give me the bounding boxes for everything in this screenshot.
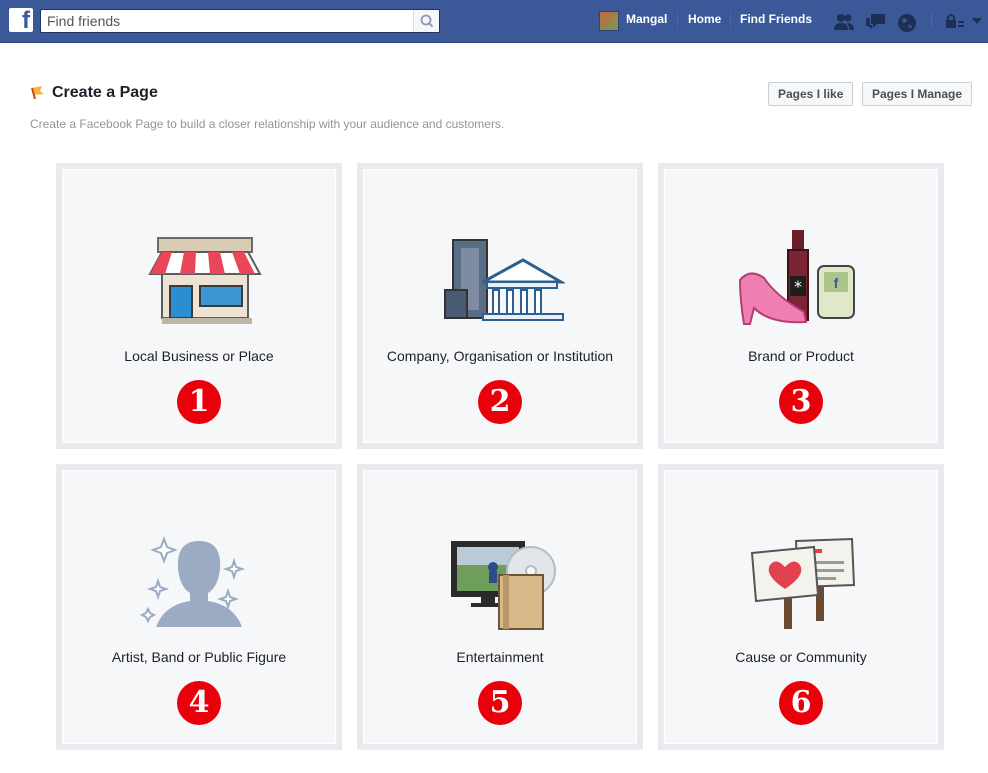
number-badge: 1 (177, 380, 221, 424)
number-badge: 6 (779, 681, 823, 725)
card-inner: Local Business or Place 1 (62, 169, 336, 443)
dropdown-arrow-icon[interactable] (971, 17, 983, 25)
find-friends-link[interactable]: Find Friends (740, 12, 812, 26)
category-card-brand[interactable]: * f Brand or Product 3 (658, 163, 944, 449)
nav-divider (931, 12, 932, 28)
pages-i-like-button[interactable]: Pages I like (768, 82, 854, 106)
friend-requests-icon[interactable] (833, 13, 855, 31)
nav-divider (730, 12, 731, 28)
card-label: Cause or Community (735, 649, 867, 665)
category-card-company[interactable]: Company, Organisation or Institution 2 (357, 163, 643, 449)
notifications-globe-icon[interactable] (897, 13, 917, 33)
storefront-icon (148, 237, 262, 324)
category-card-artist[interactable]: Artist, Band or Public Figure 4 (56, 464, 342, 750)
card-label: Entertainment (456, 649, 544, 665)
page-title: Create a Page (52, 84, 158, 101)
card-inner: Company, Organisation or Institution 2 (363, 169, 637, 443)
number-badge: 3 (779, 380, 823, 424)
profile-link[interactable]: Mangal (626, 12, 667, 26)
category-card-cause[interactable]: Cause or Community 6 (658, 464, 944, 750)
card-inner: * f Brand or Product 3 (664, 169, 938, 443)
number-badge: 4 (177, 681, 221, 725)
nav-divider (677, 12, 678, 28)
card-inner: Cause or Community 6 (664, 470, 938, 744)
pages-i-manage-button[interactable]: Pages I Manage (862, 82, 973, 106)
page-subtitle: Create a Facebook Page to build a closer… (30, 117, 505, 131)
products-icon: * f (738, 230, 855, 325)
card-inner: Artist, Band or Public Figure 4 (62, 470, 336, 744)
flag-icon (31, 86, 44, 100)
signs-icon (750, 537, 856, 629)
search-box (40, 9, 440, 33)
number-badge: 5 (478, 681, 522, 725)
home-link[interactable]: Home (688, 12, 721, 26)
number-badge: 2 (478, 380, 522, 424)
svg-text:f: f (834, 275, 839, 291)
search-input[interactable] (41, 10, 411, 32)
buildings-icon (444, 239, 565, 321)
search-button[interactable] (413, 10, 439, 32)
privacy-lock-icon[interactable] (945, 13, 965, 29)
card-label: Artist, Band or Public Figure (111, 649, 287, 665)
search-icon (420, 14, 434, 28)
svg-text:*: * (794, 277, 802, 296)
card-label: Brand or Product (748, 348, 854, 364)
card-label: Company, Organisation or Institution (386, 348, 614, 364)
public-figure-icon (139, 536, 246, 627)
card-label: Local Business or Place (124, 348, 274, 364)
category-card-local-business[interactable]: Local Business or Place 1 (56, 163, 342, 449)
top-navigation-bar: f Mangal Home Find Friends (0, 0, 988, 43)
category-card-entertainment[interactable]: Entertainment 5 (357, 464, 643, 750)
avatar[interactable] (599, 11, 619, 31)
entertainment-icon (451, 541, 556, 630)
card-inner: Entertainment 5 (363, 470, 637, 744)
messages-icon[interactable] (865, 13, 887, 31)
facebook-logo-icon[interactable]: f (9, 7, 33, 34)
